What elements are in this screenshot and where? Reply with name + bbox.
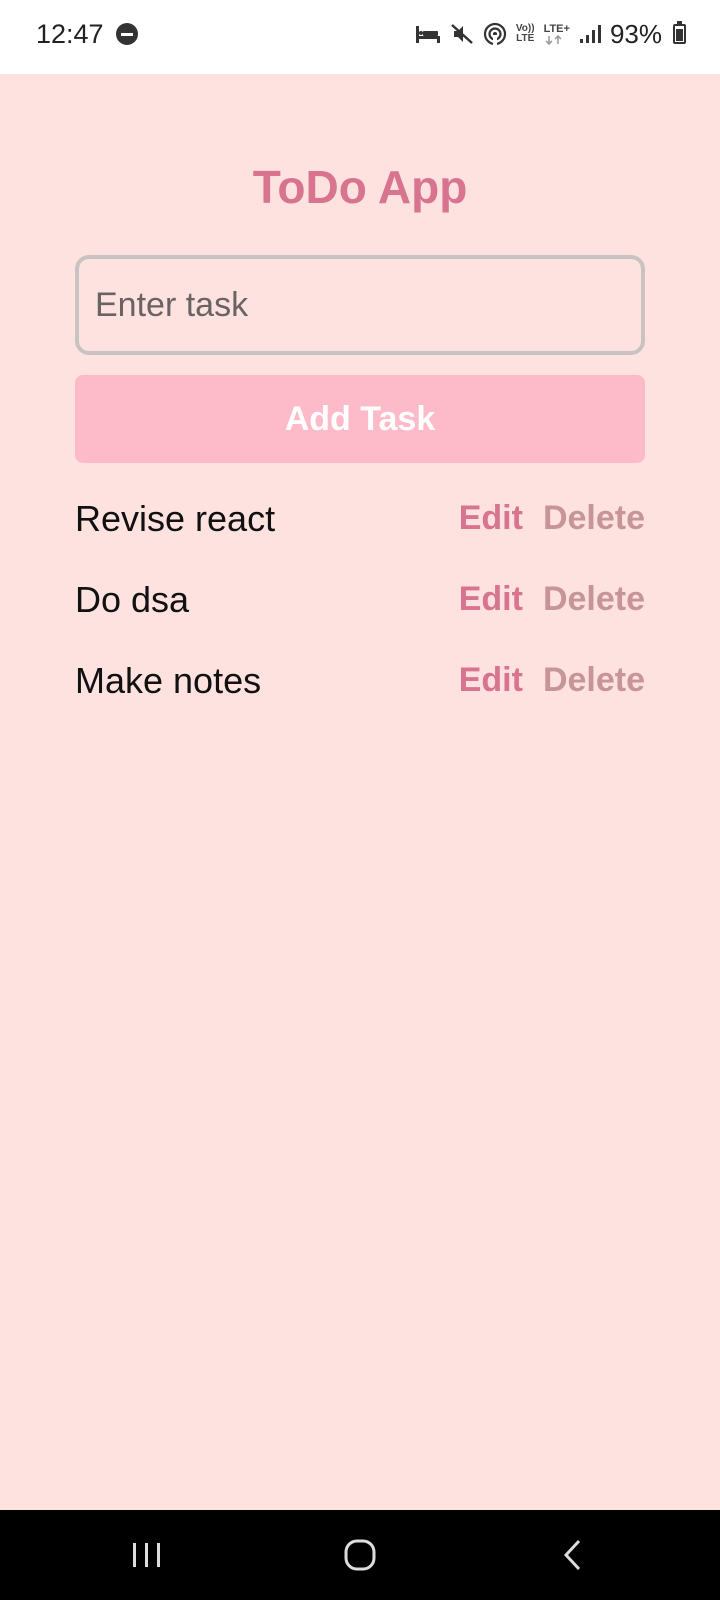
edit-button[interactable]: Edit xyxy=(459,499,523,538)
do-not-disturb-icon xyxy=(115,23,138,45)
edit-button[interactable]: Edit xyxy=(459,661,523,700)
list-item: Do dsa Edit Delete xyxy=(75,559,645,640)
app-screen: ToDo App Add Task Revise react Edit Dele… xyxy=(0,74,720,1510)
page-title: ToDo App xyxy=(252,161,468,213)
hotspot-icon xyxy=(483,22,507,46)
task-actions: Edit Delete xyxy=(459,499,645,538)
back-icon[interactable] xyxy=(543,1525,603,1585)
signal-icon xyxy=(579,24,601,44)
status-bar: 12:47 Vo)) LTE LTE+ 93% xyxy=(0,0,720,74)
edit-button[interactable]: Edit xyxy=(459,580,523,619)
volte-icon: Vo)) LTE xyxy=(515,23,535,44)
list-item: Make notes Edit Delete xyxy=(75,640,645,721)
task-actions: Edit Delete xyxy=(459,580,645,619)
delete-button[interactable]: Delete xyxy=(543,499,645,538)
task-text: Make notes xyxy=(75,659,262,701)
task-text: Revise react xyxy=(75,497,276,539)
task-actions: Edit Delete xyxy=(459,661,645,700)
status-left: 12:47 xyxy=(36,19,138,50)
delete-button[interactable]: Delete xyxy=(543,580,645,619)
recent-apps-icon[interactable] xyxy=(117,1525,177,1585)
navigation-bar xyxy=(0,1510,720,1600)
list-item: Revise react Edit Delete xyxy=(75,478,645,559)
mute-icon xyxy=(450,23,474,45)
battery-percent: 93% xyxy=(609,18,662,49)
task-text: Do dsa xyxy=(75,578,190,620)
status-right: Vo)) LTE LTE+ 93% xyxy=(415,19,686,50)
task-input[interactable] xyxy=(75,255,645,355)
task-list: Revise react Edit Delete Do dsa Edit Del… xyxy=(75,478,645,721)
add-task-button[interactable]: Add Task xyxy=(75,375,645,463)
delete-button[interactable]: Delete xyxy=(543,661,645,700)
battery-charging-icon xyxy=(673,21,686,44)
home-icon[interactable] xyxy=(330,1525,390,1585)
sleep-bed-icon xyxy=(415,24,441,44)
status-time: 12:47 xyxy=(36,18,104,49)
lte-plus-icon: LTE+ xyxy=(544,23,570,45)
